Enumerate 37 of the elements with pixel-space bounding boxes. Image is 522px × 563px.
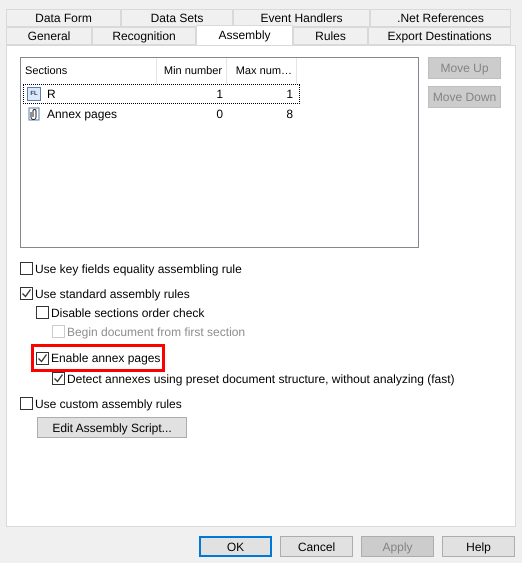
checkbox-label: Begin document from first section	[67, 324, 246, 340]
tab[interactable]: Data Sets	[121, 9, 233, 27]
checkbox-label: Use standard assembly rules	[35, 286, 190, 302]
column-header[interactable]: Sections	[21, 58, 157, 84]
table-cell-text: 1	[285, 86, 294, 103]
tab[interactable]: Rules	[293, 27, 368, 45]
checkbox-label: Use custom assembly rules	[35, 396, 182, 412]
checkbox[interactable]	[20, 397, 33, 410]
checkbox[interactable]	[36, 352, 49, 364]
checkbox-label: Enable annex pages	[51, 350, 160, 367]
table-cell-text: 1	[215, 86, 224, 103]
tab[interactable]: Assembly	[196, 25, 293, 45]
tab[interactable]: Event Handlers	[233, 9, 370, 27]
checkbox-label: Disable sections order check	[51, 304, 204, 322]
table-cell-text: R	[47, 86, 56, 103]
tab[interactable]: General	[6, 27, 92, 45]
column-header[interactable]: Min number	[157, 58, 227, 84]
checkbox[interactable]	[20, 287, 33, 300]
dialog-button[interactable]: OK	[199, 536, 272, 557]
table-cell-text: 0	[215, 106, 224, 123]
dialog-button[interactable]: Cancel	[280, 536, 353, 557]
tab[interactable]: Export Destinations	[368, 27, 511, 45]
tab[interactable]: .Net References	[370, 9, 511, 27]
tab[interactable]: Data Form	[6, 9, 121, 27]
clipped-page-icon	[27, 107, 41, 121]
checkbox[interactable]	[20, 262, 33, 275]
checkbox-label: Detect annexes using preset document structure, without analyzing (fast)	[67, 370, 455, 388]
edit-script-button[interactable]: Edit Assembly Script...	[37, 417, 187, 438]
checkbox[interactable]	[52, 372, 65, 385]
checkbox-label: Use key fields equality assembling rule	[35, 260, 242, 278]
checkbox[interactable]	[36, 306, 49, 319]
dialog-button[interactable]: Help	[442, 536, 515, 557]
column-header[interactable]: Max num…	[227, 58, 297, 84]
table-row[interactable]: Annex pages 0 8	[23, 104, 300, 124]
table-cell-text: 8	[285, 106, 294, 123]
table-cell-text: Annex pages	[47, 106, 118, 123]
tab[interactable]: Recognition	[92, 27, 196, 45]
